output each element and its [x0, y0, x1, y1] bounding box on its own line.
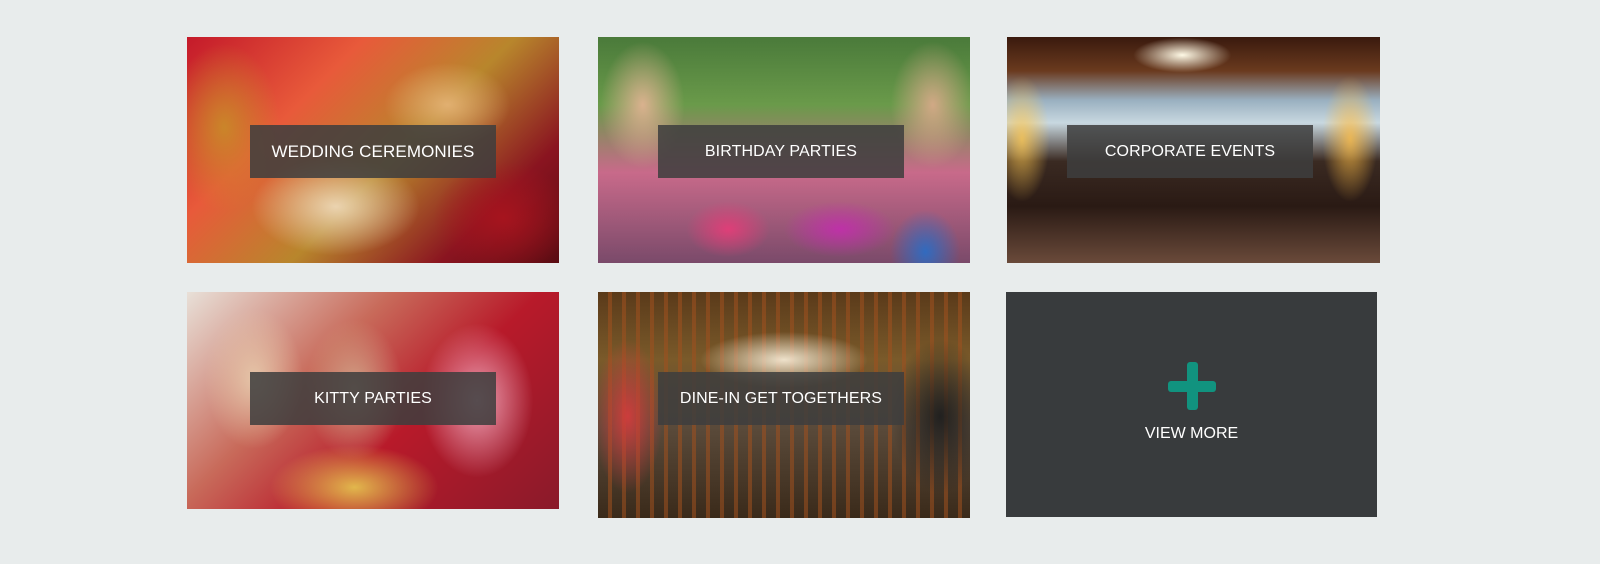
plus-icon: [1167, 362, 1216, 410]
tile-birthday-parties[interactable]: BIRTHDAY PARTIES: [598, 37, 970, 263]
tile-caption: BIRTHDAY PARTIES: [658, 125, 904, 178]
view-more-label: VIEW MORE: [1144, 425, 1239, 442]
tile-caption: KITTY PARTIES: [250, 372, 496, 425]
tile-corporate-events[interactable]: CORPORATE EVENTS: [1007, 37, 1380, 263]
tile-wedding-ceremonies[interactable]: WEDDING CEREMONIES: [187, 37, 559, 263]
view-more-tile[interactable]: VIEW MORE: [1006, 292, 1377, 517]
tile-caption: WEDDING CEREMONIES: [250, 125, 496, 178]
tile-dine-in-get-togethers[interactable]: DINE-IN GET TOGETHERS: [598, 292, 970, 518]
tile-caption: DINE-IN GET TOGETHERS: [658, 372, 904, 425]
tile-kitty-parties[interactable]: KITTY PARTIES: [187, 292, 559, 509]
tile-caption: CORPORATE EVENTS: [1067, 125, 1313, 178]
